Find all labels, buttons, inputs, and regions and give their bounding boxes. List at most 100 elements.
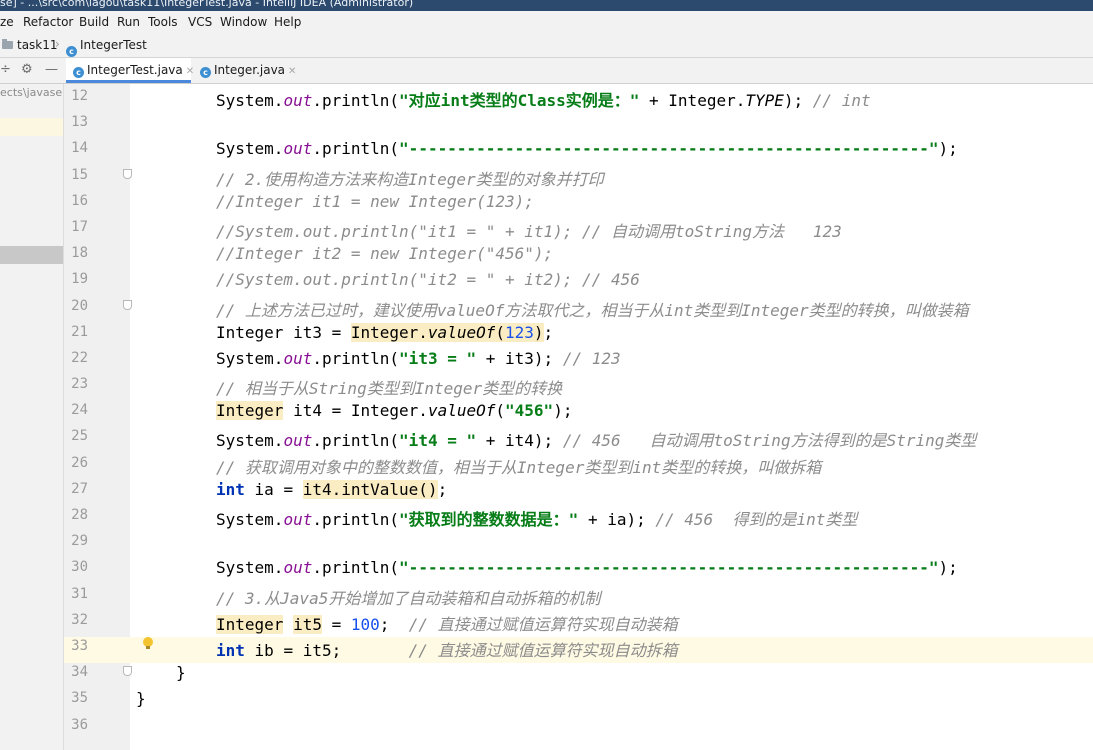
code-token: out	[283, 348, 313, 368]
code-token: it4 = Integer.	[283, 401, 428, 421]
code-line[interactable]: 29	[64, 529, 1093, 555]
code-token: ia =	[244, 479, 303, 499]
code-token: "---------------------------------------…	[399, 558, 939, 578]
project-panel: ects\javase	[0, 84, 64, 750]
code-token: ;	[379, 614, 409, 634]
code-line[interactable]: 19 //System.out.println("it2 = " + it2); …	[64, 267, 1093, 293]
code-token: out	[283, 510, 313, 529]
menu-help[interactable]: Help	[274, 15, 301, 29]
close-icon[interactable]: ✕	[288, 66, 296, 77]
code-line[interactable]: 25 System.out.println("it4 = " + it4); //…	[64, 424, 1093, 450]
code-text: System.out.println("对应int类型的Class实例是：" +…	[216, 87, 871, 111]
navigation-bar: task11 › c IntegerTest	[0, 33, 1093, 58]
code-line[interactable]: 28 System.out.println("获取到的整数数据是：" + ia);…	[64, 503, 1093, 529]
code-line[interactable]: 14 System.out.println("------------------…	[64, 136, 1093, 162]
code-token: 100	[350, 614, 380, 634]
lightbulb-icon[interactable]	[143, 636, 153, 649]
fold-marker-icon[interactable]	[123, 666, 132, 677]
code-line[interactable]: 35}	[64, 686, 1093, 712]
code-line[interactable]: 30 System.out.println("------------------…	[64, 555, 1093, 581]
gear-icon[interactable]: ⚙	[21, 62, 33, 77]
code-token: );	[783, 91, 813, 110]
code-line[interactable]: 22 System.out.println("it3 = " + it3); //…	[64, 346, 1093, 372]
line-number: 29	[71, 533, 88, 550]
code-token: int	[216, 640, 245, 660]
code-token: .println(	[312, 510, 400, 529]
code-text: }	[176, 663, 186, 682]
line-number: 24	[71, 402, 88, 419]
project-tree-item[interactable]	[0, 118, 63, 136]
line-number: 31	[71, 585, 88, 602]
code-line[interactable]: 31 // 3.从Java5开始增加了自动装箱和自动拆箱的机制	[64, 582, 1093, 608]
code-token: + it3);	[476, 348, 563, 368]
close-icon[interactable]: ✕	[186, 66, 194, 77]
code-token: out	[283, 558, 313, 578]
menu-refactor[interactable]: Refactor	[23, 15, 73, 29]
code-token: // 获取调用对象中的整数数值，相当于从Integer类型到int类型的转换，叫…	[216, 457, 822, 477]
project-tree-item-selected[interactable]	[0, 246, 63, 264]
code-line[interactable]: 34}	[64, 660, 1093, 686]
code-token: TYPE	[745, 91, 784, 110]
fold-marker-icon[interactable]	[123, 299, 132, 310]
minus-icon[interactable]: —	[45, 62, 58, 77]
code-line[interactable]: 24 Integer it4 = Integer.valueOf("456");	[64, 398, 1093, 424]
line-number: 35	[71, 690, 88, 707]
code-token: Integer it3 =	[216, 322, 351, 342]
line-number: 16	[71, 192, 88, 209]
code-line[interactable]: 21 Integer it3 = Integer.valueOf(123);	[64, 320, 1093, 346]
tab-integer-java[interactable]: c Integer.java ✕	[194, 58, 298, 83]
code-line[interactable]: 26 // 获取调用对象中的整数数值，相当于从Integer类型到int类型的转换…	[64, 451, 1093, 477]
line-number: 34	[71, 664, 88, 681]
code-line[interactable]: 16 //Integer it1 = new Integer(123);	[64, 189, 1093, 215]
toolwindow-edge-icon[interactable]: ÷	[0, 62, 11, 77]
line-number: 26	[71, 454, 88, 471]
line-number: 27	[71, 480, 88, 497]
code-token: }	[136, 689, 146, 709]
code-line[interactable]: 13	[64, 110, 1093, 136]
code-token: // 456 得到的是int类型	[655, 510, 858, 529]
project-path: ects\javase	[0, 86, 63, 99]
code-token: + ia);	[578, 510, 656, 529]
code-line[interactable]: 36	[64, 713, 1093, 739]
code-token: // 3.从Java5开始增加了自动装箱和自动拆箱的机制	[216, 588, 601, 608]
code-line[interactable]: 12 System.out.println("对应int类型的Class实例是："…	[64, 84, 1093, 110]
breadcrumb-folder[interactable]: task11	[17, 38, 58, 52]
code-text: }	[136, 689, 146, 708]
code-text: Integer it4 = Integer.valueOf("456");	[216, 401, 572, 421]
code-token: out	[283, 139, 313, 159]
code-line[interactable]: 15 // 2.使用构造方法来构造Integer类型的对象并打印	[64, 163, 1093, 189]
code-token: ;	[437, 479, 448, 499]
menu-build[interactable]: Build	[79, 15, 109, 29]
code-line[interactable]: 18 //Integer it2 = new Integer("456");	[64, 241, 1093, 267]
code-line[interactable]: 33 int ib = it5; // 直接通过赋值运算符实现自动拆箱	[64, 634, 1093, 660]
code-token: .println(	[312, 139, 400, 159]
code-line[interactable]: 27 int ia = it4.intValue();	[64, 477, 1093, 503]
code-token: ib = it5;	[244, 640, 409, 660]
code-token: "it3 = "	[399, 348, 477, 368]
line-number: 19	[71, 271, 88, 288]
code-token: //Integer it2 = new Integer("456");	[216, 244, 554, 264]
code-text: System.out.println("获取到的整数数据是：" + ia); /…	[216, 506, 857, 530]
breadcrumb-file[interactable]: IntegerTest	[80, 38, 147, 52]
code-line[interactable]: 23 // 相当于从String类型到Integer类型的转换	[64, 372, 1093, 398]
code-line[interactable]: 17 //System.out.println("it1 = " + it1); …	[64, 215, 1093, 241]
code-token: + Integer.	[639, 91, 746, 110]
code-token: // 相当于从String类型到Integer类型的转换	[216, 379, 563, 399]
code-token: // int	[812, 91, 871, 110]
code-line[interactable]: 20 // 上述方法已过时，建议使用valueOf方法取代之，相当于从int类型到…	[64, 294, 1093, 320]
code-token: System.	[216, 91, 284, 110]
menu-run[interactable]: Run	[117, 15, 140, 29]
tab-integertest-java[interactable]: c IntegerTest.java ✕	[66, 58, 194, 83]
menu-analyze[interactable]: ze	[0, 15, 14, 29]
menu-window[interactable]: Window	[220, 15, 267, 29]
fold-marker-icon[interactable]	[123, 168, 132, 179]
code-token: 123	[505, 322, 534, 342]
class-icon: c	[73, 67, 84, 78]
menu-tools[interactable]: Tools	[148, 15, 178, 29]
code-token: Integer	[216, 614, 284, 634]
code-text: System.out.println("it3 = " + it3); // 1…	[216, 349, 621, 368]
line-number: 20	[71, 297, 88, 314]
code-token: // 上述方法已过时，建议使用valueOf方法取代之，相当于从int类型到In…	[216, 300, 969, 320]
menu-vcs[interactable]: VCS	[188, 15, 212, 29]
code-line[interactable]: 32 Integer it5 = 100; // 直接通过赋值运算符实现自动装箱	[64, 608, 1093, 634]
